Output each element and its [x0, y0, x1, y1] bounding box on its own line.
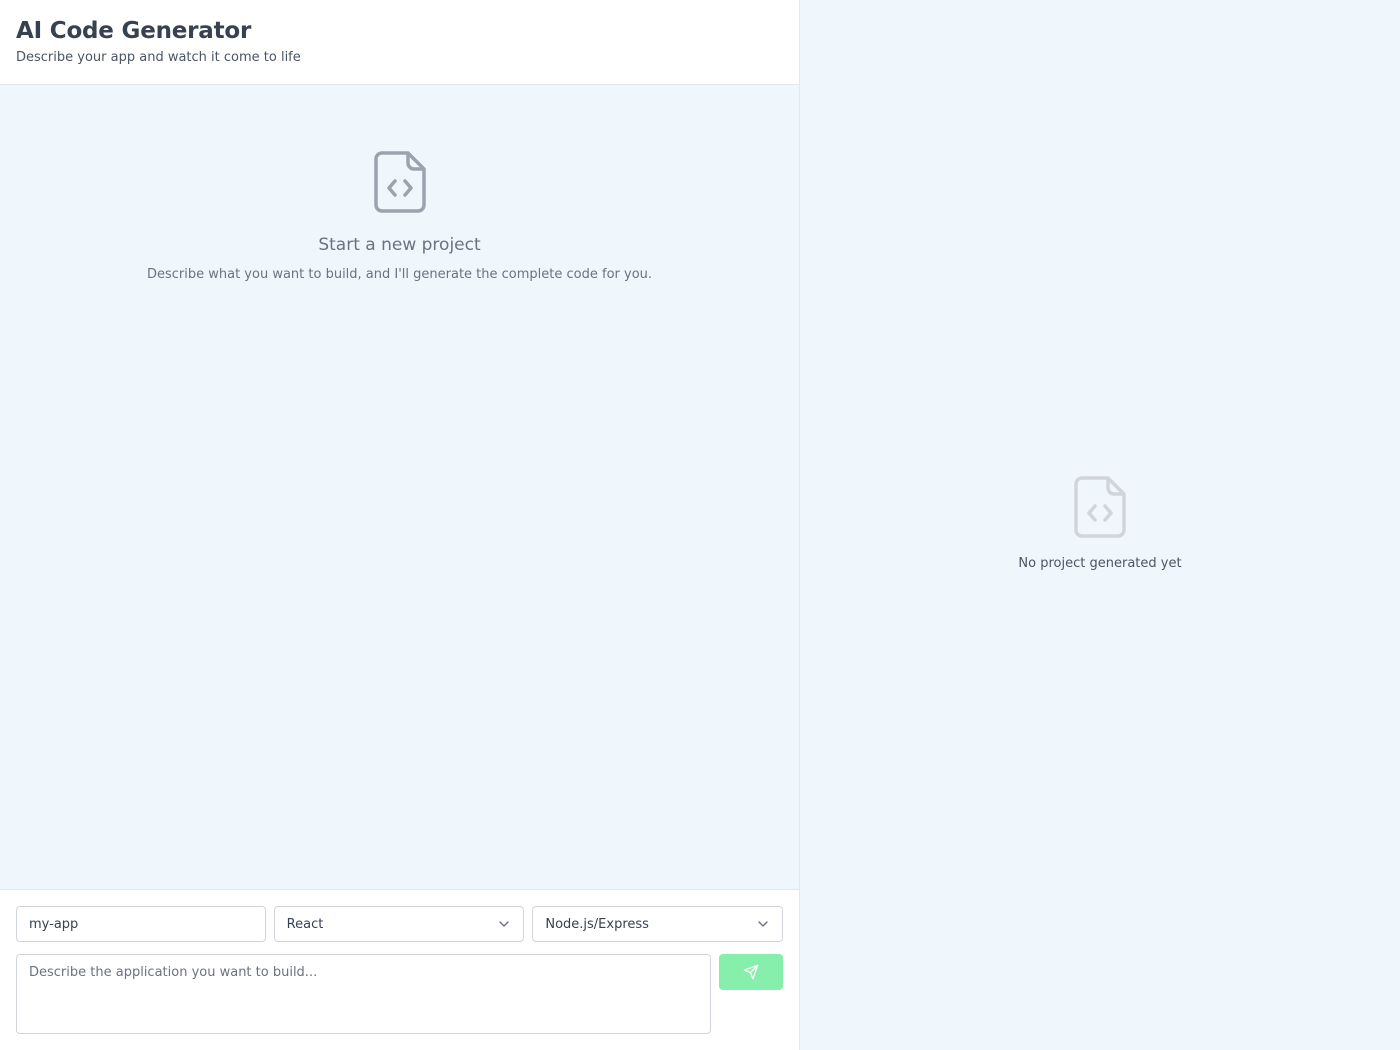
app-subtitle: Describe your app and watch it come to l…: [16, 50, 301, 65]
project-name-input[interactable]: [29, 916, 253, 932]
chat-panel: AI Code Generator Describe your app and …: [0, 0, 800, 1050]
app-title: AI Code Generator: [16, 18, 252, 44]
file-code-icon: [373, 151, 426, 213]
file-code-icon: [1074, 476, 1126, 538]
backend-select-value: Node.js/Express: [545, 916, 649, 932]
backend-select[interactable]: Node.js/Express: [532, 906, 784, 942]
preview-panel: No project generated yet: [800, 0, 1400, 1050]
composer-prompt-row: [16, 954, 783, 1034]
app-root: AI Code Generator Describe your app and …: [0, 0, 1400, 1050]
frontend-select-value: React: [286, 916, 324, 932]
project-name-field[interactable]: [16, 906, 266, 942]
composer: React Node.js/Express: [0, 889, 799, 1050]
composer-options-row: React Node.js/Express: [16, 906, 784, 942]
prompt-input[interactable]: [16, 954, 711, 1034]
chevron-down-icon: [499, 921, 510, 927]
empty-state-description: Describe what you want to build, and I'l…: [146, 267, 653, 282]
chat-empty-state: Start a new project Describe what you wa…: [0, 151, 799, 285]
send-button[interactable]: [719, 954, 783, 990]
chevron-down-icon: [758, 921, 768, 927]
chat-area: Start a new project Describe what you wa…: [0, 85, 799, 889]
empty-state-title: Start a new project: [318, 235, 481, 255]
frontend-select[interactable]: React: [273, 906, 525, 942]
preview-empty-text: No project generated yet: [1018, 556, 1182, 571]
header: AI Code Generator Describe your app and …: [0, 0, 799, 85]
preview-empty-state: No project generated yet: [800, 476, 1400, 574]
send-icon: [743, 964, 759, 980]
